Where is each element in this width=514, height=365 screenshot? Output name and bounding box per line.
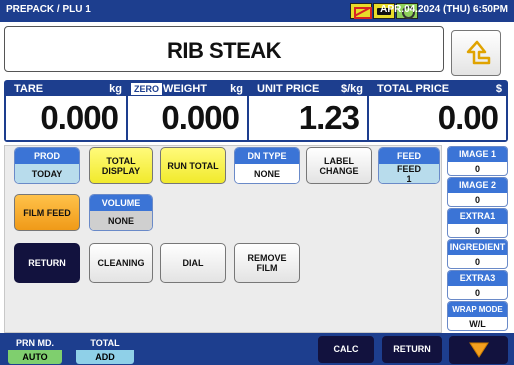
bottom-return-button[interactable]: RETURN — [382, 336, 442, 363]
image-2-label: IMAGE 2 — [448, 178, 507, 193]
total-price-value: 0.00 — [437, 99, 499, 136]
image-1-label: IMAGE 1 — [448, 147, 507, 162]
tare-cell: TARE kg 0.000 — [6, 82, 126, 140]
wrap-mode-button[interactable]: WRAP MODE W/L — [447, 301, 508, 331]
unit-price-label: UNIT PRICE — [257, 83, 320, 95]
weight-unit: kg — [230, 83, 243, 95]
run-total-button[interactable]: RUN TOTAL — [160, 147, 226, 184]
image-1-value: 0 — [474, 164, 480, 174]
extra-3-label: EXTRA3 — [448, 271, 507, 286]
total-value: ADD — [76, 350, 134, 364]
feed-value: FEED 1 — [379, 164, 439, 183]
dn-type-value: NONE — [235, 164, 299, 183]
total-label: TOTAL — [76, 336, 134, 350]
weight-label: WEIGHT — [163, 83, 207, 95]
bottom-bar: PRN MD. AUTO TOTAL ADD CALC RETURN — [0, 333, 514, 365]
extra-3-button[interactable]: EXTRA3 0 — [447, 270, 508, 300]
product-name-box[interactable]: RIB STEAK — [4, 26, 444, 72]
remove-film-button[interactable]: REMOVE FILM — [234, 243, 300, 283]
unit-price-unit: $/kg — [340, 83, 363, 95]
unit-price-value: 1.23 — [298, 99, 360, 136]
print-mode-button[interactable]: PRN MD. AUTO — [8, 336, 62, 364]
down-arrow-icon — [469, 342, 489, 358]
breadcrumb: PREPACK / PLU 1 — [6, 4, 91, 15]
tare-value: 0.000 — [40, 99, 119, 136]
image-2-button[interactable]: IMAGE 2 0 — [447, 177, 508, 207]
cleaning-button[interactable]: CLEANING — [89, 243, 153, 283]
page-down-button[interactable] — [449, 336, 508, 364]
tare-label: TARE — [14, 83, 44, 95]
total-add-button[interactable]: TOTAL ADD — [76, 336, 134, 364]
image-2-value: 0 — [474, 195, 480, 205]
no-label-icon — [350, 3, 372, 19]
film-feed-button[interactable]: FILM FEED — [14, 194, 80, 231]
wrap-mode-value: W/L — [469, 319, 486, 329]
tare-unit: kg — [109, 83, 122, 95]
weight-cell: ZERO WEIGHT kg 0.000 — [128, 82, 247, 140]
wrap-mode-label: WRAP MODE — [448, 302, 507, 317]
volume-label: VOLUME — [90, 195, 152, 211]
label-change-button[interactable]: LABEL CHANGE — [306, 147, 372, 184]
ingredient-button[interactable]: INGREDIENT 0 — [447, 239, 508, 269]
ingredient-value: 0 — [474, 257, 480, 267]
dn-type-button[interactable]: DN TYPE NONE — [234, 147, 300, 184]
ingredient-label: INGREDIENT — [448, 240, 507, 255]
volume-button[interactable]: VOLUME NONE — [89, 194, 153, 231]
back-button[interactable] — [451, 30, 501, 76]
top-bar: PREPACK / PLU 1 APR.04.2024 (THU) 6:50PM — [0, 0, 514, 22]
total-price-unit: $ — [495, 83, 502, 95]
weight-value: 0.000 — [161, 99, 240, 136]
volume-value: NONE — [90, 211, 152, 230]
prod-button[interactable]: PROD TODAY — [14, 147, 80, 184]
prod-label: PROD — [15, 148, 79, 164]
total-price-cell: TOTAL PRICE $ 0.00 — [369, 82, 506, 140]
print-mode-label: PRN MD. — [8, 336, 62, 350]
total-display-button[interactable]: TOTAL DISPLAY — [89, 147, 153, 184]
feed-button[interactable]: FEED FEED 1 — [378, 147, 440, 184]
total-price-label: TOTAL PRICE — [377, 83, 450, 95]
calc-button[interactable]: CALC — [318, 336, 374, 363]
extra-3-value: 0 — [474, 288, 480, 298]
image-1-button[interactable]: IMAGE 1 0 — [447, 146, 508, 176]
print-mode-value: AUTO — [8, 350, 62, 364]
weighing-display: TARE kg 0.000 ZERO WEIGHT kg 0.000 UNIT PRI… — [4, 80, 508, 142]
prod-value: TODAY — [15, 164, 79, 183]
dial-button[interactable]: DIAL — [160, 243, 226, 283]
extra-1-label: EXTRA1 — [448, 209, 507, 224]
extra-1-button[interactable]: EXTRA1 0 — [447, 208, 508, 238]
return-arrow-icon — [466, 40, 491, 65]
zero-badge: ZERO — [131, 83, 163, 95]
datetime: APR.04.2024 (THU) 6:50PM — [380, 4, 508, 15]
extra-1-value: 0 — [474, 226, 480, 236]
return-button[interactable]: RETURN — [14, 243, 80, 283]
unit-price-cell[interactable]: UNIT PRICE $/kg 1.23 — [249, 82, 367, 140]
product-name: RIB STEAK — [166, 38, 282, 63]
feed-label: FEED — [379, 148, 439, 164]
dn-type-label: DN TYPE — [235, 148, 299, 164]
